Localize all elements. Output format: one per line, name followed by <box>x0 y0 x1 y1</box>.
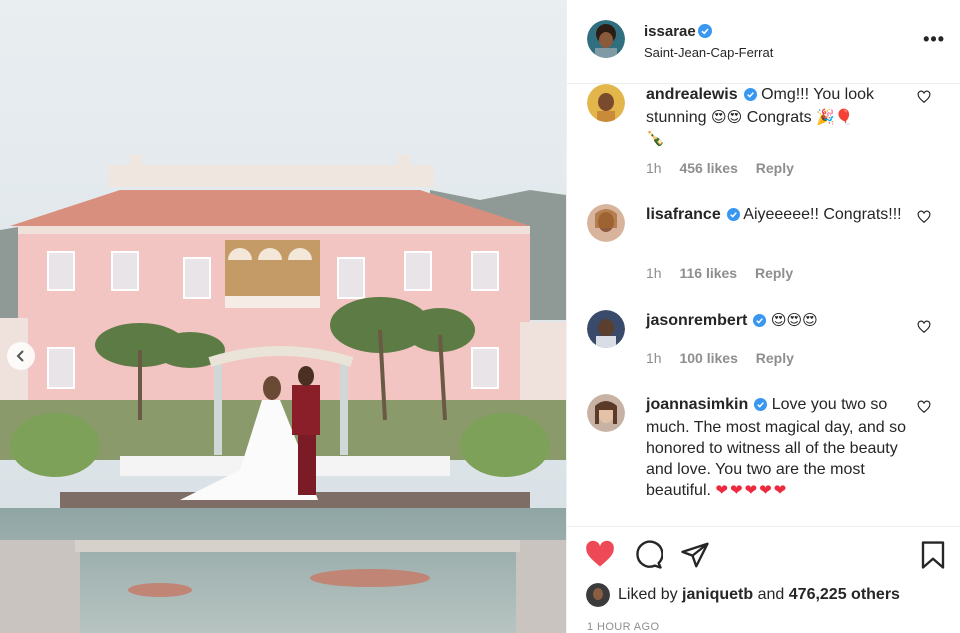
comments-list[interactable]: andrealewis Omg!!! You look stunning 😍😍 … <box>567 84 960 526</box>
comment-message-2: Congrats <box>746 109 812 126</box>
heart-eyes-emoji: 😍😍😍 <box>770 311 818 329</box>
champagne-emoji: 🍾 <box>646 129 665 147</box>
comment-time[interactable]: 1h <box>646 350 662 366</box>
more-options-icon[interactable]: ••• <box>923 30 945 48</box>
post-timestamp[interactable]: 1 HOUR AGO <box>587 621 659 633</box>
comment-text: joannasimkin Love you two so much. The m… <box>646 394 914 501</box>
liked-by-line: Liked by janiquetb and 476,225 others <box>586 583 900 607</box>
comment-likes[interactable]: 116 likes <box>679 265 737 281</box>
comment-likes[interactable]: 456 likes <box>679 160 737 176</box>
comment-likes[interactable]: 100 likes <box>679 350 737 366</box>
comment-avatar[interactable] <box>587 84 625 122</box>
share-paper-plane-icon[interactable] <box>680 540 710 575</box>
like-comment-heart-icon[interactable] <box>917 320 931 339</box>
reply-button[interactable]: Reply <box>756 350 794 366</box>
like-comment-heart-icon[interactable] <box>917 400 931 419</box>
comment-avatar[interactable] <box>587 310 625 348</box>
save-bookmark-icon[interactable] <box>919 540 947 575</box>
like-heart-icon[interactable] <box>585 540 615 573</box>
verified-badge-icon <box>754 396 768 417</box>
comment-time[interactable]: 1h <box>646 160 662 176</box>
comment-meta: 1h 116 likes Reply <box>646 265 807 281</box>
like-comment-heart-icon[interactable] <box>917 210 931 229</box>
avatar-image <box>587 20 625 58</box>
post-header: issarae Saint-Jean-Cap-Ferrat ••• <box>567 0 960 84</box>
verified-badge-icon <box>743 86 757 107</box>
red-heart-emoji: ❤❤❤❤❤ <box>715 481 789 499</box>
heart-eyes-emoji: 😍😍 <box>710 108 743 126</box>
author-username[interactable]: issarae <box>644 23 696 40</box>
comment-username[interactable]: jasonrembert <box>646 312 747 329</box>
post-actions-bar: Liked by janiquetb and 476,225 others 1 … <box>567 526 960 633</box>
post-photo[interactable] <box>0 0 566 633</box>
comment-time[interactable]: 1h <box>646 265 662 281</box>
comment-message: Aiyeeeee!! Congrats!!! <box>743 206 902 223</box>
comment-avatar[interactable] <box>587 394 625 432</box>
liker-avatar[interactable] <box>586 583 610 607</box>
comment-bubble-icon[interactable] <box>633 540 664 575</box>
liker-username[interactable]: janiquetb <box>682 586 753 604</box>
comment-username[interactable]: lisafrance <box>646 206 721 223</box>
carousel-previous-button[interactable] <box>7 342 35 370</box>
like-comment-heart-icon[interactable] <box>917 90 931 109</box>
post-location[interactable]: Saint-Jean-Cap-Ferrat <box>644 45 773 60</box>
comment-meta: 1h 456 likes Reply <box>646 160 808 176</box>
liked-by-joiner: and <box>757 586 785 603</box>
post-side-panel: issarae Saint-Jean-Cap-Ferrat ••• andrea… <box>566 0 960 633</box>
comment-avatar[interactable] <box>587 204 625 242</box>
verified-badge-icon <box>726 206 740 227</box>
chevron-left-icon <box>16 350 24 362</box>
comment-text: lisafrance Aiyeeeee!! Congrats!!! <box>646 204 914 227</box>
others-likes-count[interactable]: 476,225 others <box>789 586 900 604</box>
comment-meta: 1h 100 likes Reply <box>646 350 808 366</box>
reply-button[interactable]: Reply <box>755 265 793 281</box>
verified-badge-icon <box>753 312 767 333</box>
comment-text: andrealewis Omg!!! You look stunning 😍😍 … <box>646 84 914 149</box>
reply-button[interactable]: Reply <box>756 160 794 176</box>
comment-text: jasonrembert 😍😍😍 <box>646 310 914 333</box>
verified-badge-icon <box>698 24 712 43</box>
comment-username[interactable]: andrealewis <box>646 86 738 103</box>
wedding-photo-image <box>0 0 566 633</box>
liked-by-prefix: Liked by <box>618 586 678 603</box>
author-avatar[interactable] <box>587 20 625 58</box>
comment-username[interactable]: joannasimkin <box>646 396 748 413</box>
party-balloon-emoji: 🎉🎈 <box>816 108 854 126</box>
